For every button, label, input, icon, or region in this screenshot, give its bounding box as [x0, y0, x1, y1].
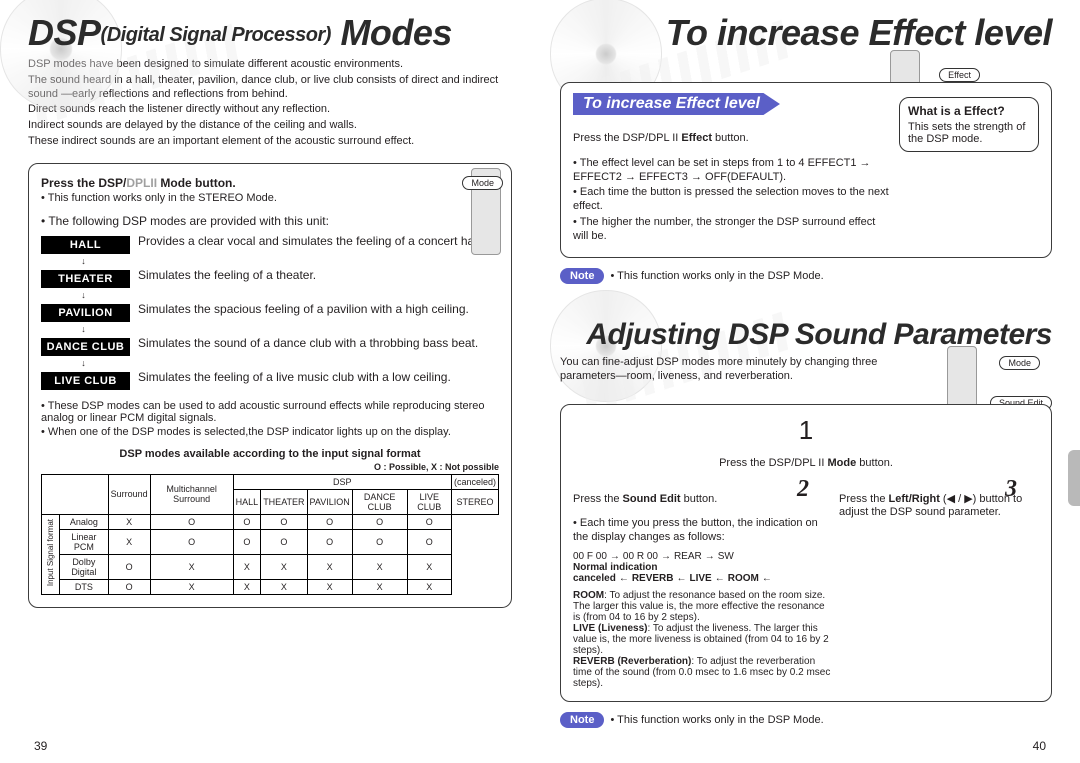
mode-button-label: Mode [999, 356, 1040, 370]
step-1-text: Press the DSP/DPL II Mode button. [573, 457, 1039, 471]
mode-button-label: Mode [462, 176, 503, 190]
effect-panel: To increase Effect level Press the DSP/D… [560, 82, 1052, 258]
down-arrow-icon: ↓ [41, 358, 126, 368]
mode-danceclub: DANCE CLUB [41, 338, 130, 356]
mode-theater: THEATER [41, 270, 130, 288]
mode-list: HALLProvides a clear vocal and simulates… [41, 234, 499, 390]
adjust-panel: 1 Press the DSP/DPL II Mode button. 2 Pr… [560, 404, 1052, 702]
note-adjust: Note• This function works only in the DS… [560, 712, 1052, 728]
note-oval-icon: Note [560, 268, 604, 284]
section-tab [1068, 450, 1080, 506]
dsp-title: DSP(Digital Signal Processor) Modes [28, 12, 512, 54]
down-arrow-icon: ↓ [41, 290, 126, 300]
page-39: DSP(Digital Signal Processor) Modes DSP … [0, 0, 540, 763]
page-number-39: 39 [34, 739, 47, 753]
adjust-title: Adjusting DSP Sound Parameters [560, 318, 1052, 352]
effect-button-label: Effect [939, 68, 980, 82]
display-flow: 00 F 00→00 R 00→REAR→SW Normal indicatio… [573, 551, 831, 584]
effect-title: To increase Effect level [560, 12, 1052, 54]
page-40: To increase Effect level Effect To incre… [540, 0, 1080, 763]
mode-liveclub: LIVE CLUB [41, 372, 130, 390]
effect-bullet-1: The effect level can be set in steps fro… [573, 157, 889, 185]
mode-pavilion: PAVILION [41, 304, 130, 322]
compat-legend: O : Possible, X : Not possible [41, 462, 499, 472]
footnote-1: These DSP modes can be used to add acous… [41, 400, 499, 424]
down-arrow-icon: ↓ [41, 256, 126, 266]
effect-bullet-3: The higher the number, the stronger the … [573, 216, 889, 244]
intro-line-5: These indirect sounds are an important e… [28, 135, 512, 149]
note-oval-icon: Note [560, 712, 604, 728]
footnote-2: When one of the DSP modes is selected,th… [41, 426, 499, 438]
compat-table: Surround Multichannel Surround DSP (canc… [41, 474, 499, 595]
dsp-panel: Mode Press the DSP/DPLII Mode button. Th… [28, 163, 512, 608]
effect-bullet-2: Each time the button is pressed the sele… [573, 186, 889, 214]
param-definitions: ROOM: To adjust the resonance based on t… [573, 590, 831, 689]
mode-hall: HALL [41, 236, 130, 254]
press-effect: Press the DSP/DPL II Effect button. [573, 132, 889, 146]
effect-banner: To increase Effect level [573, 93, 780, 115]
down-arrow-icon: ↓ [41, 324, 126, 334]
step-3: 3 Press the Left/Right (◀ / ▶) button to… [839, 482, 1039, 689]
what-effect-box: What is a Effect? This sets the strength… [899, 97, 1039, 152]
step-1-number: 1 [799, 415, 813, 445]
note-effect: Note• This function works only in the DS… [560, 268, 1052, 284]
compat-chart-title: DSP modes available according to the inp… [41, 448, 499, 460]
step-3-number: 3 [1005, 476, 1017, 503]
page-number-40: 40 [1033, 739, 1046, 753]
step-2: 2 Press the Sound Edit button. Each time… [573, 482, 831, 689]
step-2-number: 2 [797, 476, 809, 503]
adjust-intro: You can fine-adjust DSP modes more minut… [560, 356, 890, 384]
